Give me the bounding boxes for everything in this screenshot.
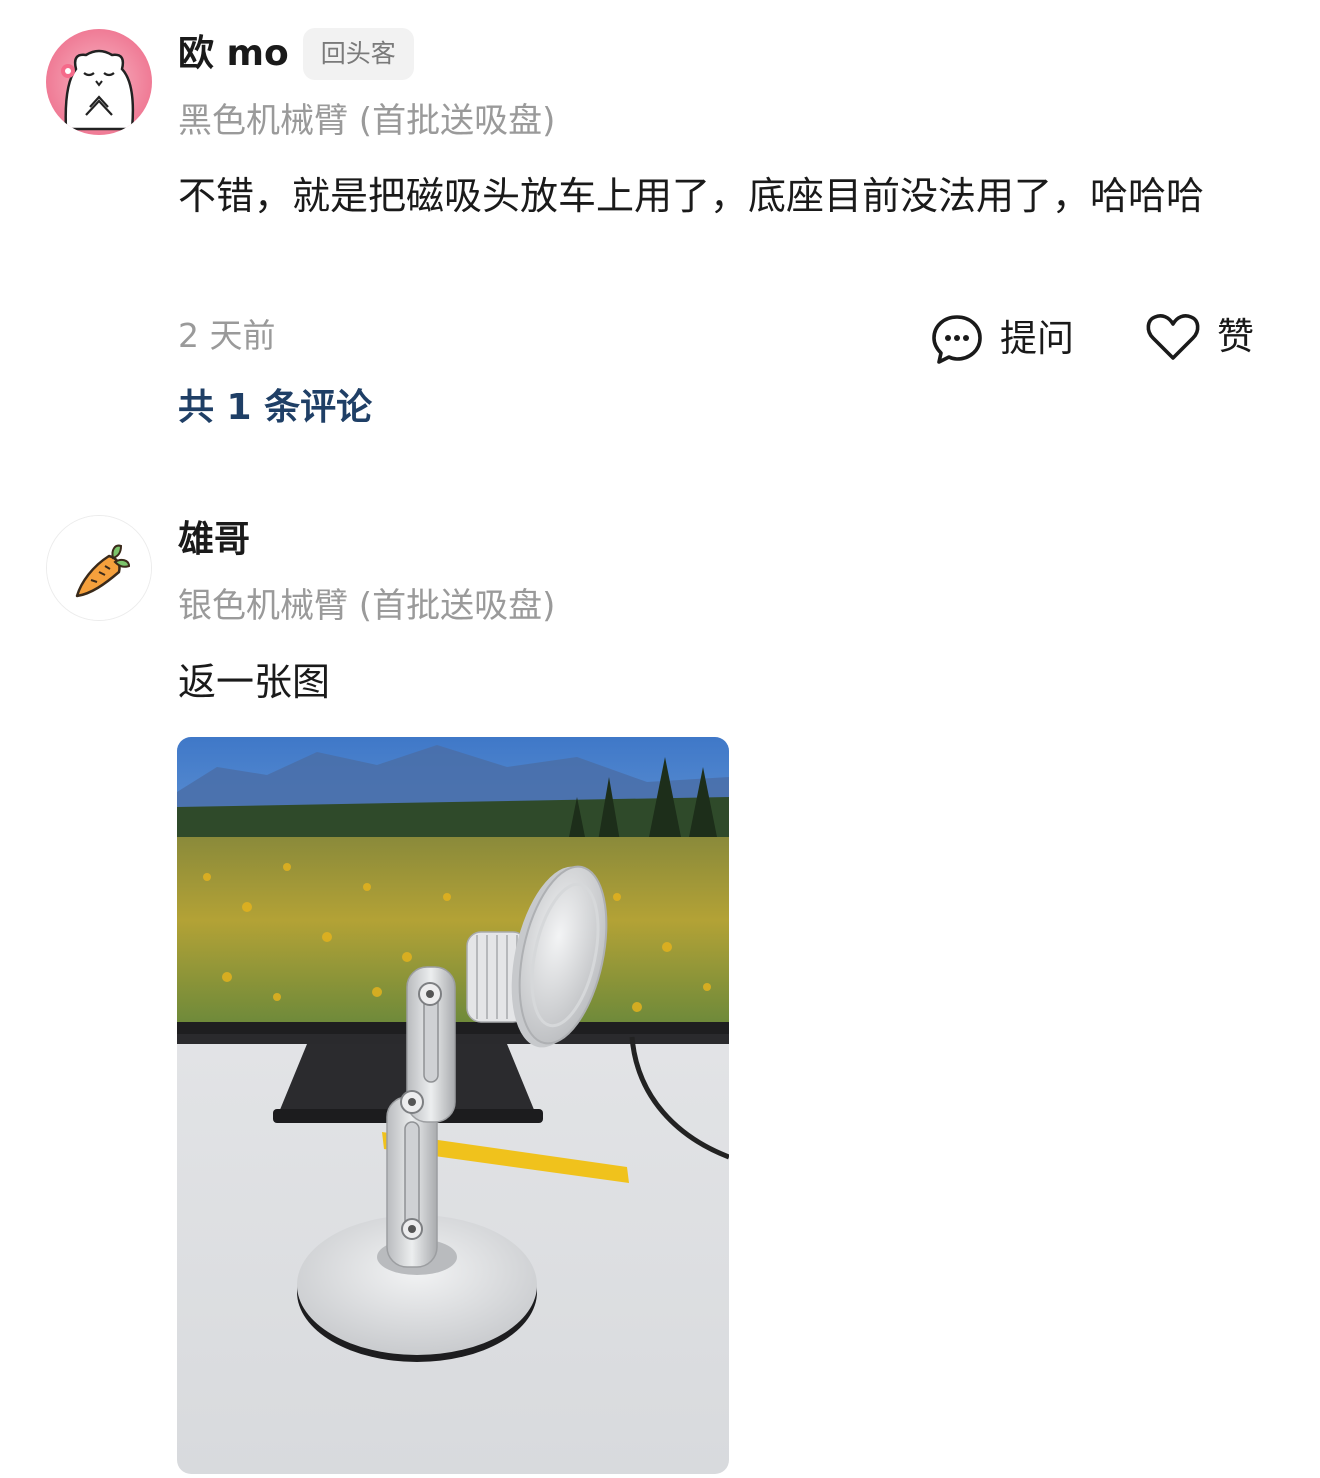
like-button[interactable]: 赞: [1145, 312, 1254, 362]
product-variant: 黑色机械臂 (首批送吸盘): [178, 101, 556, 141]
review-content: 返一张图: [178, 660, 331, 704]
product-variant: 银色机械臂 (首批送吸盘): [178, 586, 556, 626]
username[interactable]: 欧 mo: [178, 28, 289, 80]
speech-bubble-icon: [932, 315, 982, 364]
ask-label: 提问: [1000, 317, 1074, 360]
magnetic-phone-stand-photo: [177, 737, 729, 1474]
reviewer-header: 欧 mo 回头客: [178, 28, 414, 80]
reviewer-header: 雄哥: [178, 514, 250, 566]
repeat-customer-badge: 回头客: [302, 28, 414, 80]
comments-link[interactable]: 共 1 条评论: [178, 382, 372, 434]
like-label: 赞: [1217, 315, 1254, 358]
carrot-avatar-icon[interactable]: [46, 515, 152, 621]
review-time: 2 天前: [178, 316, 276, 355]
heart-icon: [1146, 314, 1200, 360]
username[interactable]: 雄哥: [178, 514, 250, 566]
bear-avatar-icon[interactable]: [46, 29, 152, 135]
review-content: 不错，就是把磁吸头放车上用了，底座目前没法用了，哈哈哈: [178, 174, 1205, 218]
review-photo[interactable]: [177, 737, 729, 1474]
ask-button[interactable]: 提问: [930, 312, 1074, 366]
